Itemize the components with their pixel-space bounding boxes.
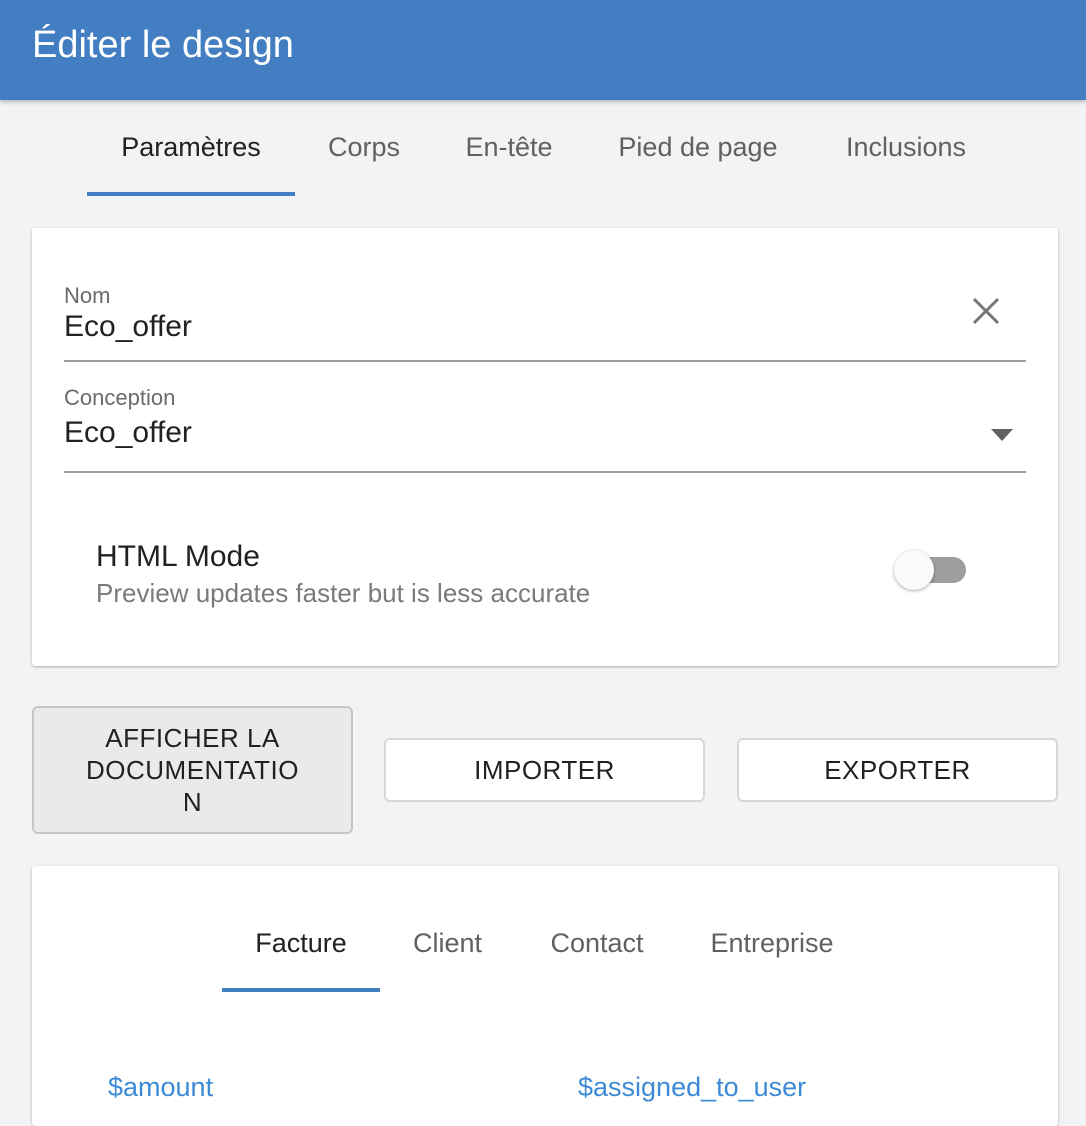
tab-parametres[interactable]: Paramètres — [87, 100, 295, 196]
tab-corps[interactable]: Corps — [305, 100, 423, 196]
page-title: Éditer le design — [32, 24, 294, 66]
html-mode-toggle[interactable] — [894, 548, 974, 592]
tab-inclusions[interactable]: Inclusions — [822, 100, 990, 196]
html-mode-subtitle: Preview updates faster but is less accur… — [96, 578, 591, 608]
dropdown-arrow-icon[interactable] — [990, 428, 1014, 442]
docs-button-line-2: DOCUMENTATIO — [85, 755, 300, 785]
design-field-underline — [64, 471, 1026, 473]
design-field-label: Conception — [64, 385, 176, 410]
design-tabs: Paramètres Corps En-tête Pied de page In… — [0, 100, 1086, 196]
design-select[interactable]: Eco_offer — [64, 416, 192, 450]
show-documentation-button[interactable]: AFFICHER LA DOCUMENTATIO N — [32, 706, 353, 834]
tab-pied-de-page[interactable]: Pied de page — [600, 100, 796, 196]
var-tab-contact[interactable]: Contact — [532, 896, 662, 992]
var-tab-client[interactable]: Client — [400, 896, 495, 992]
import-button[interactable]: IMPORTER — [384, 738, 705, 802]
export-button[interactable]: EXPORTER — [737, 738, 1058, 802]
clear-icon[interactable] — [970, 295, 1002, 327]
toggle-thumb — [894, 550, 934, 590]
tab-indicator — [87, 192, 295, 196]
variables-card: Facture Client Contact Entreprise $amoun… — [32, 866, 1058, 1126]
name-field[interactable]: Eco_offer — [64, 310, 192, 344]
var-tab-facture[interactable]: Facture — [222, 896, 380, 992]
tab-en-tete[interactable]: En-tête — [440, 100, 578, 196]
settings-card: Nom Eco_offer Conception Eco_offer HTML … — [32, 228, 1058, 666]
app-bar: Éditer le design — [0, 0, 1086, 100]
var-tab-indicator — [222, 988, 380, 992]
name-field-underline — [64, 360, 1026, 362]
variable-link[interactable]: $amount — [108, 1072, 213, 1103]
var-tab-entreprise[interactable]: Entreprise — [697, 896, 847, 992]
html-mode-title: HTML Mode — [96, 540, 260, 573]
docs-button-line-1: AFFICHER LA — [105, 723, 280, 753]
docs-button-line-3: N — [182, 787, 203, 817]
variable-link[interactable]: $assigned_to_user — [578, 1072, 806, 1103]
name-field-label: Nom — [64, 283, 111, 308]
